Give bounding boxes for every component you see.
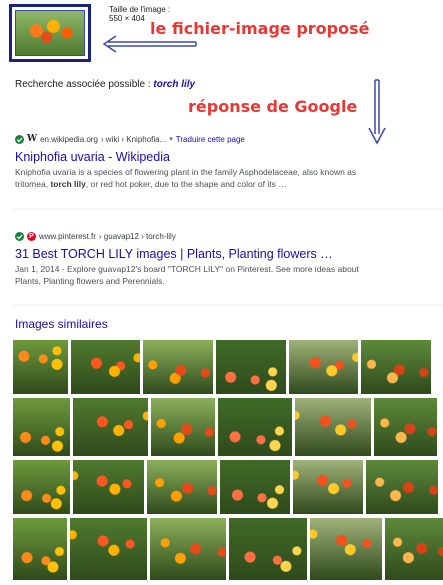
chevron-down-icon[interactable]: ▾ <box>169 135 173 143</box>
result-path: › wiki › Kniphofia... <box>100 134 167 144</box>
related-search-prefix: Recherche associée possible : <box>15 79 154 90</box>
similar-image-thumbnail[interactable] <box>13 398 70 456</box>
snippet-highlight: torch lily <box>50 179 86 189</box>
result-site: en.wikipedia.org <box>40 134 98 144</box>
similar-image-thumbnail[interactable] <box>147 460 217 514</box>
translate-link[interactable]: Traduire cette page <box>176 135 245 144</box>
result-path: › guavap12 › torch-lily <box>98 231 176 241</box>
result-breadcrumb: P www.pinterest.fr › guavap12 › torch-li… <box>15 230 440 242</box>
similar-images-heading[interactable]: Images similaires <box>15 317 108 331</box>
similar-image-thumbnail[interactable] <box>13 518 67 580</box>
similar-image-thumbnail[interactable] <box>295 398 371 456</box>
result-title-link[interactable]: 31 Best TORCH LILY images | Plants, Plan… <box>15 246 440 262</box>
similar-image-thumbnail[interactable] <box>310 518 382 580</box>
check-icon <box>15 134 24 144</box>
divider <box>13 208 443 211</box>
similar-image-thumbnail[interactable] <box>374 398 437 456</box>
result-snippet: Jan 1, 2014 - Explore guavap12's board "… <box>15 263 425 287</box>
check-icon <box>15 231 24 241</box>
snippet-line2: Plants, Planting flowers and Perennials. <box>15 276 165 286</box>
similar-image-thumbnail[interactable] <box>366 460 438 514</box>
similar-image-thumbnail[interactable] <box>293 460 363 514</box>
similar-image-thumbnail[interactable] <box>73 398 148 456</box>
snippet-line1: Kniphofia uvaria is a species of floweri… <box>15 167 357 177</box>
similar-image-thumbnail[interactable] <box>151 398 215 456</box>
similar-image-thumbnail[interactable] <box>385 518 443 580</box>
snippet-line2-b: , or red hot poker, due to the shape and… <box>85 179 287 189</box>
snippet-line1: Jan 1, 2014 - Explore guavap12's board "… <box>15 264 359 274</box>
search-result: W en.wikipedia.org › wiki › Kniphofia...… <box>15 133 440 190</box>
wikipedia-favicon-icon: W <box>27 134 38 144</box>
arrow-left-icon <box>102 35 197 53</box>
search-result: P www.pinterest.fr › guavap12 › torch-li… <box>15 230 440 287</box>
annotation-google-answer: réponse de Google <box>188 97 358 116</box>
similar-image-thumbnail[interactable] <box>361 340 431 394</box>
similar-image-thumbnail[interactable] <box>150 518 226 580</box>
similar-image-thumbnail[interactable] <box>229 518 307 580</box>
related-search-link[interactable]: torch lily <box>153 79 195 90</box>
similar-image-thumbnail[interactable] <box>70 518 147 580</box>
similar-image-thumbnail[interactable] <box>220 460 290 514</box>
similar-image-thumbnail[interactable] <box>143 340 213 394</box>
similar-image-thumbnail[interactable] <box>13 460 70 514</box>
similar-image-thumbnail[interactable] <box>73 460 144 514</box>
annotation-proposed-file: le fichier-image proposé <box>150 19 370 38</box>
snippet-line2-a: tritomea, <box>15 179 51 189</box>
similar-image-thumbnail[interactable] <box>216 340 286 394</box>
similar-image-thumbnail[interactable] <box>13 340 68 394</box>
result-site: www.pinterest.fr <box>39 231 96 241</box>
divider <box>13 304 443 307</box>
related-search: Recherche associée possible : torch lily <box>15 79 195 90</box>
result-title-link[interactable]: Kniphofia uvaria - Wikipedia <box>15 149 440 165</box>
similar-image-thumbnail[interactable] <box>289 340 358 394</box>
result-snippet: Kniphofia uvaria is a species of floweri… <box>15 166 425 190</box>
similar-image-thumbnail[interactable] <box>71 340 140 394</box>
similar-image-thumbnail[interactable] <box>218 398 292 456</box>
result-breadcrumb: W en.wikipedia.org › wiki › Kniphofia...… <box>15 133 440 145</box>
pinterest-favicon-icon: P <box>27 231 36 241</box>
